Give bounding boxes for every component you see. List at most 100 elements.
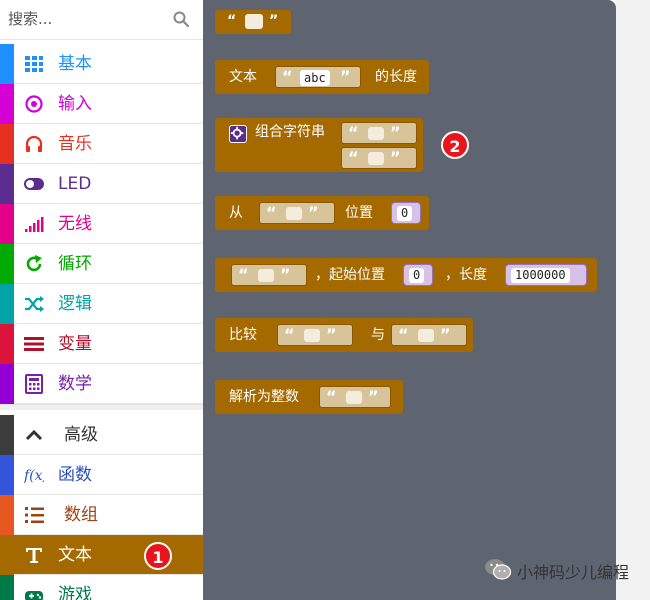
string-value-box[interactable] [286,207,302,220]
number-slot[interactable]: 1000000 [505,264,587,286]
category-label: 数组 [64,505,98,525]
category-led[interactable]: LED [0,164,203,204]
gear-icon[interactable] [229,125,247,143]
category-separator [0,404,203,410]
workspace-edge [616,0,650,600]
block-substring[interactable]: “ ” ，起始位置 0 ，长度 1000000 [215,258,597,292]
category-color-bar [0,84,14,124]
open-quote: “ [238,265,249,284]
category-color-bar [0,164,14,204]
block-string-literal[interactable]: “ ” [215,10,291,34]
string-slot-1[interactable]: “ ” [341,122,417,144]
category-label: 输入 [58,94,92,114]
category-color-bar [0,575,14,600]
open-quote: “ [326,387,337,406]
length-value[interactable]: 1000000 [511,268,570,283]
category-color-bar [0,495,14,535]
block-label: 比较 [229,327,257,343]
category-color-bar [0,324,14,364]
category-color-bar [0,204,14,244]
category-game[interactable]: 游戏 [0,575,203,600]
block-label: ，起始位置 [315,267,385,283]
string-value-box[interactable] [245,14,263,29]
close-quote: ” [326,325,337,344]
search-icon[interactable] [172,10,190,28]
string-value[interactable]: abc [300,70,330,86]
category-functions[interactable]: f(x) 函数 [0,455,203,495]
open-quote: “ [348,123,359,142]
string-value-box[interactable] [368,127,384,140]
category-logic[interactable]: 逻辑 [0,284,203,324]
index-value[interactable]: 0 [397,206,413,221]
number-slot[interactable]: 0 [403,264,433,286]
category-basic[interactable]: 基本 [0,44,203,84]
string-value-box[interactable] [346,391,362,404]
string-slot[interactable]: “ ” [231,264,307,286]
category-label: 循环 [58,254,92,274]
refresh-icon [26,255,42,272]
block-label: 与 [371,327,385,343]
string-value-box[interactable] [304,329,320,342]
text-t-icon [26,548,42,563]
string-slot-2[interactable]: “ ” [391,324,467,346]
category-input[interactable]: 输入 [0,84,203,124]
radio-target-icon [25,95,43,113]
app-root: 基本 输入 音乐 LED [0,0,650,600]
category-text[interactable]: 文本 [0,535,203,575]
block-label: 从 [229,205,243,221]
function-icon: f(x) [24,468,44,484]
toolbox-sidebar: 基本 输入 音乐 LED [0,0,203,600]
category-color-bar [0,244,14,284]
category-variables[interactable]: 变量 [0,324,203,364]
close-quote: ” [308,203,319,222]
block-char-at[interactable]: 从 “ ” 位置 0 [215,196,429,230]
category-music[interactable]: 音乐 [0,124,203,164]
search-input[interactable] [8,6,168,32]
headphones-icon [25,135,43,152]
category-radio[interactable]: 无线 [0,204,203,244]
category-color-bar [0,44,14,84]
category-arrays[interactable]: 数组 [0,495,203,535]
block-label: 组合字符串 [255,124,325,140]
category-label: LED [58,174,92,194]
step-badge-1: 1 [144,542,172,570]
block-label: ，长度 [445,267,487,283]
string-slot[interactable]: “ abc ” [275,66,361,88]
list-lines-icon [24,337,44,351]
string-value-box[interactable] [258,269,274,282]
category-math[interactable]: 数学 [0,364,203,404]
chevron-up-icon [25,429,43,441]
close-quote: ” [340,67,351,86]
block-text-length[interactable]: 文本 “ abc ” 的长度 [215,60,429,94]
calculator-icon [25,374,43,394]
close-quote: ” [269,13,279,29]
string-slot[interactable]: “ ” [259,202,335,224]
block-compare[interactable]: 比较 “ ” 与 “ ” [215,318,473,352]
open-quote: “ [398,325,409,344]
block-join-strings[interactable]: 组合字符串 “ ” “ ” [215,118,423,172]
blocks-flyout: “ ” 文本 “ abc ” 的长度 组合字符串 “ ” “ ” 2 从 “ ”… [203,0,616,600]
category-label: 音乐 [58,134,92,154]
string-slot[interactable]: “ ” [319,386,391,408]
string-value-box[interactable] [418,329,434,342]
category-label: 基本 [58,54,92,74]
open-quote: “ [348,148,359,167]
category-loops[interactable]: 循环 [0,244,203,284]
open-quote: “ [266,203,277,222]
start-value[interactable]: 0 [409,268,425,283]
category-color-bar [0,535,14,575]
close-quote: ” [390,148,401,167]
string-value-box[interactable] [368,152,384,165]
string-slot-1[interactable]: “ ” [277,324,353,346]
string-slot-2[interactable]: “ ” [341,147,417,169]
category-label: 函数 [58,465,92,485]
close-quote: ” [368,387,379,406]
number-slot[interactable]: 0 [391,202,421,224]
open-quote: “ [284,325,295,344]
close-quote: ” [390,123,401,142]
category-advanced[interactable]: 高级 [0,415,203,455]
gamepad-icon [25,591,43,600]
block-parse-int[interactable]: 解析为整数 “ ” [215,380,403,414]
signal-bars-icon [25,217,44,232]
category-color-bar [0,364,14,404]
